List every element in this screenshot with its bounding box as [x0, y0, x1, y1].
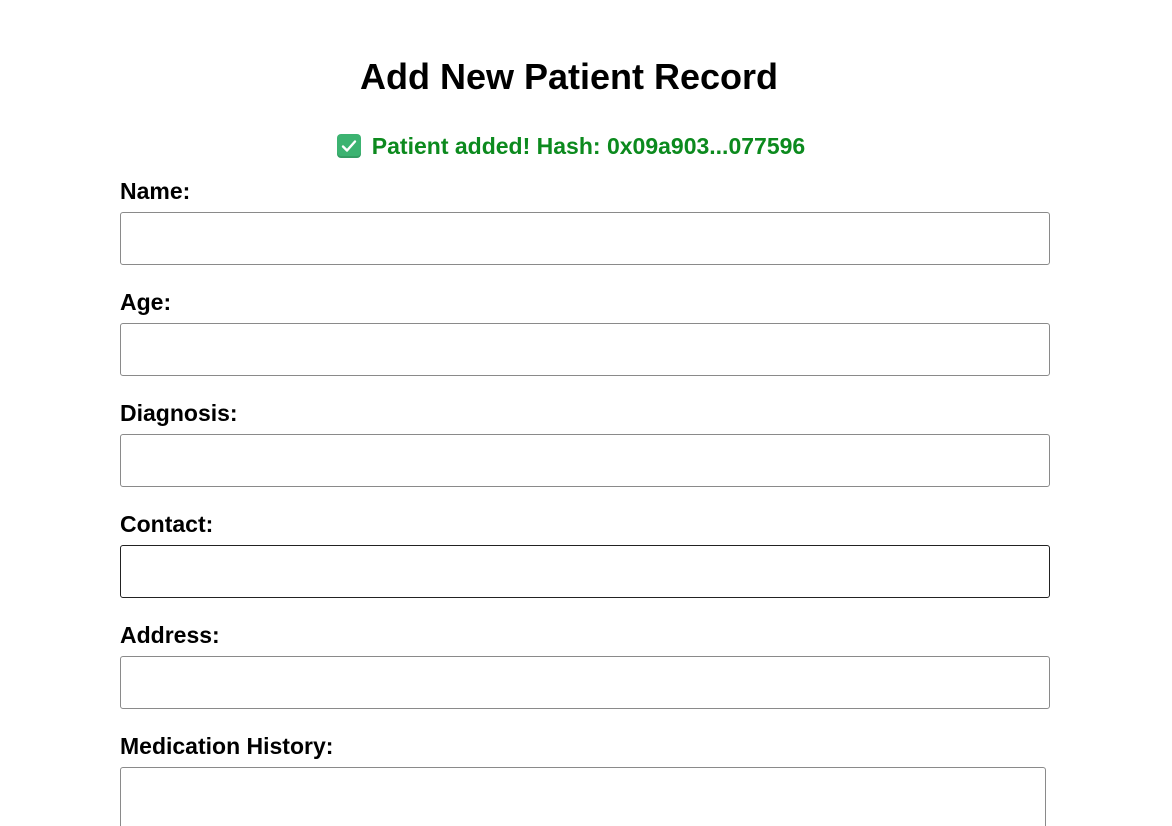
- diagnosis-input[interactable]: [120, 434, 1050, 487]
- name-label: Name:: [120, 178, 191, 204]
- contact-input[interactable]: [120, 545, 1050, 598]
- age-input[interactable]: [120, 323, 1050, 376]
- patient-form: Name: Age: Diagnosis: Contact: Address: …: [120, 176, 1050, 826]
- add-patient-page: Add New Patient Record Patient added! Ha…: [0, 0, 1172, 826]
- address-label: Address:: [120, 622, 220, 648]
- age-label: Age:: [120, 289, 172, 315]
- name-input[interactable]: [120, 212, 1050, 265]
- medication-history-label: Medication History:: [120, 733, 334, 759]
- status-text: Patient added! Hash: 0x09a903...077596: [371, 132, 806, 159]
- success-status-message: Patient added! Hash: 0x09a903...077596: [0, 131, 1142, 161]
- contact-label: Contact:: [120, 511, 214, 537]
- diagnosis-label: Diagnosis:: [120, 400, 238, 426]
- check-mark-icon: [336, 134, 361, 158]
- address-input[interactable]: [120, 656, 1050, 709]
- page-title: Add New Patient Record: [359, 56, 779, 97]
- medication-history-textarea[interactable]: [120, 767, 1046, 826]
